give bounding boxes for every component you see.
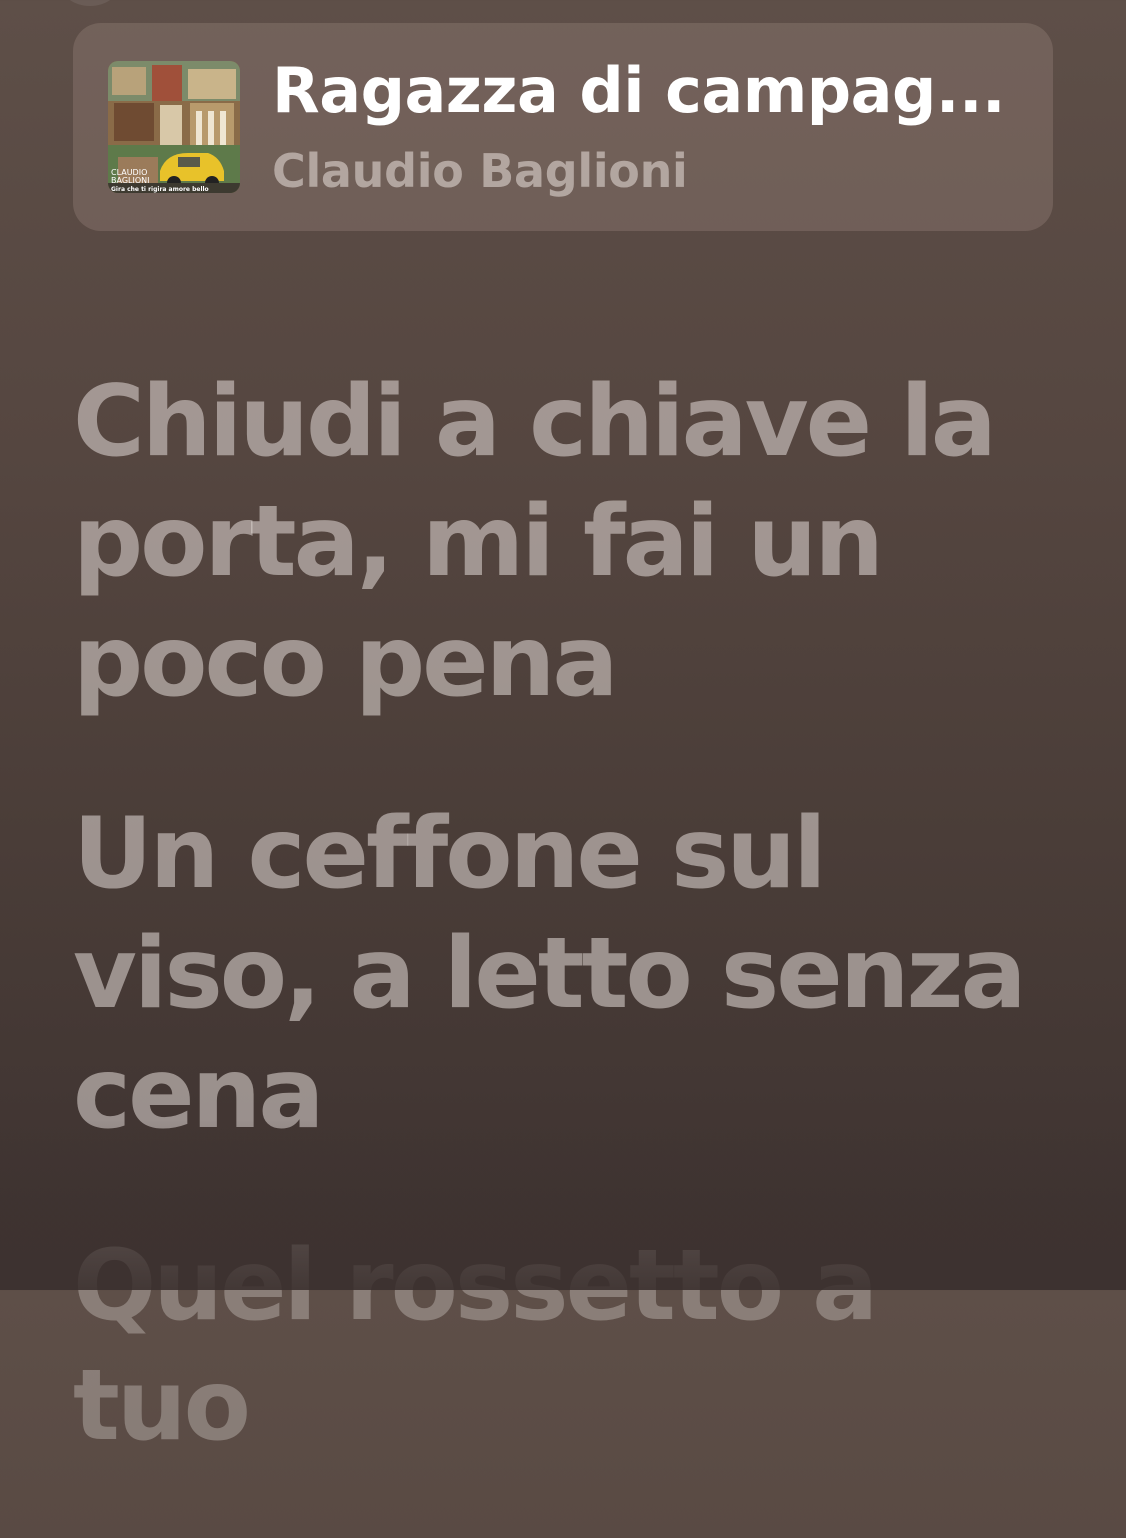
track-title: Ragazza di campag... [272, 54, 1006, 127]
top-control-stub[interactable] [60, 0, 120, 6]
lyrics-view[interactable]: Chiudi a chiave la porta, mi fai un poco… [73, 362, 1063, 1538]
album-art-icon: CLAUDIO BAGLIONI Gira che ti rigira amor… [108, 61, 240, 193]
svg-text:Gira che ti rigira amore bello: Gira che ti rigira amore bello [111, 186, 209, 193]
lyric-line[interactable]: Un ceffone sul viso, a letto senza cena [73, 794, 1063, 1154]
svg-text:BAGLIONI: BAGLIONI [111, 176, 149, 185]
track-artist[interactable]: Claudio Baglioni [272, 141, 688, 201]
lyric-line[interactable]: Quel rossetto a tuo [73, 1226, 1063, 1466]
lyric-line[interactable]: Chiudi a chiave la porta, mi fai un poco… [73, 362, 1063, 722]
now-playing-card[interactable]: CLAUDIO BAGLIONI Gira che ti rigira amor… [73, 23, 1053, 231]
